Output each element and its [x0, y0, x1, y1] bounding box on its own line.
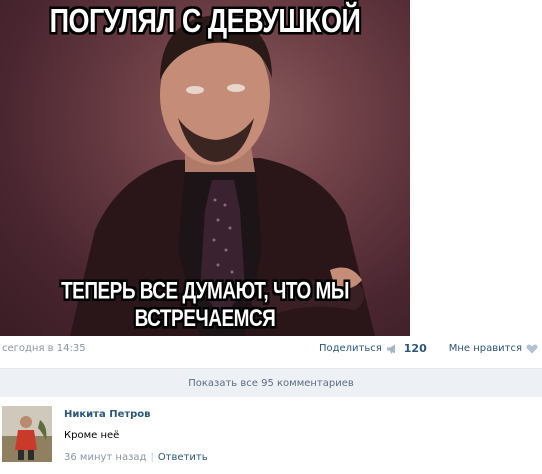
meme-image[interactable]: ПОГУЛЯЛ С ДЕВУШКОЙ ТЕПЕРЬ ВСЕ ДУМАЮТ, ЧТ…	[0, 0, 410, 336]
comment-time[interactable]: 36 минут назад	[64, 452, 146, 463]
meme-bottom-caption: ТЕПЕРЬ ВСЕ ДУМАЮТ, ЧТО МЫ ВСТРЕЧАЕМСЯ	[61, 278, 349, 333]
post-date[interactable]: сегодня в 14:35	[2, 343, 86, 354]
meme-top-caption: ПОГУЛЯЛ С ДЕВУШКОЙ	[49, 2, 361, 40]
meta-separator: |	[150, 452, 154, 463]
comment-item: Никита Петров Кроме неё 36 минут назад | О…	[0, 404, 542, 474]
megaphone-icon[interactable]	[386, 344, 398, 354]
show-all-comments-button[interactable]: Показать все 95 комментариев	[0, 368, 542, 397]
comment-text: Кроме неё	[64, 430, 120, 441]
avatar[interactable]	[2, 406, 52, 462]
comment-author[interactable]: Никита Петров	[64, 409, 151, 420]
like-button[interactable]: Мне нравится	[449, 343, 522, 354]
share-count: 120	[403, 342, 427, 355]
post-meta: сегодня в 14:35 Поделиться 120 Мне нрави…	[0, 340, 542, 358]
heart-icon[interactable]	[526, 344, 538, 354]
reply-button[interactable]: Ответить	[158, 452, 208, 463]
share-button[interactable]: Поделиться	[319, 343, 382, 354]
comment-meta: 36 минут назад | Ответить	[64, 452, 208, 463]
post-actions: Поделиться 120 Мне нравится	[319, 342, 538, 355]
